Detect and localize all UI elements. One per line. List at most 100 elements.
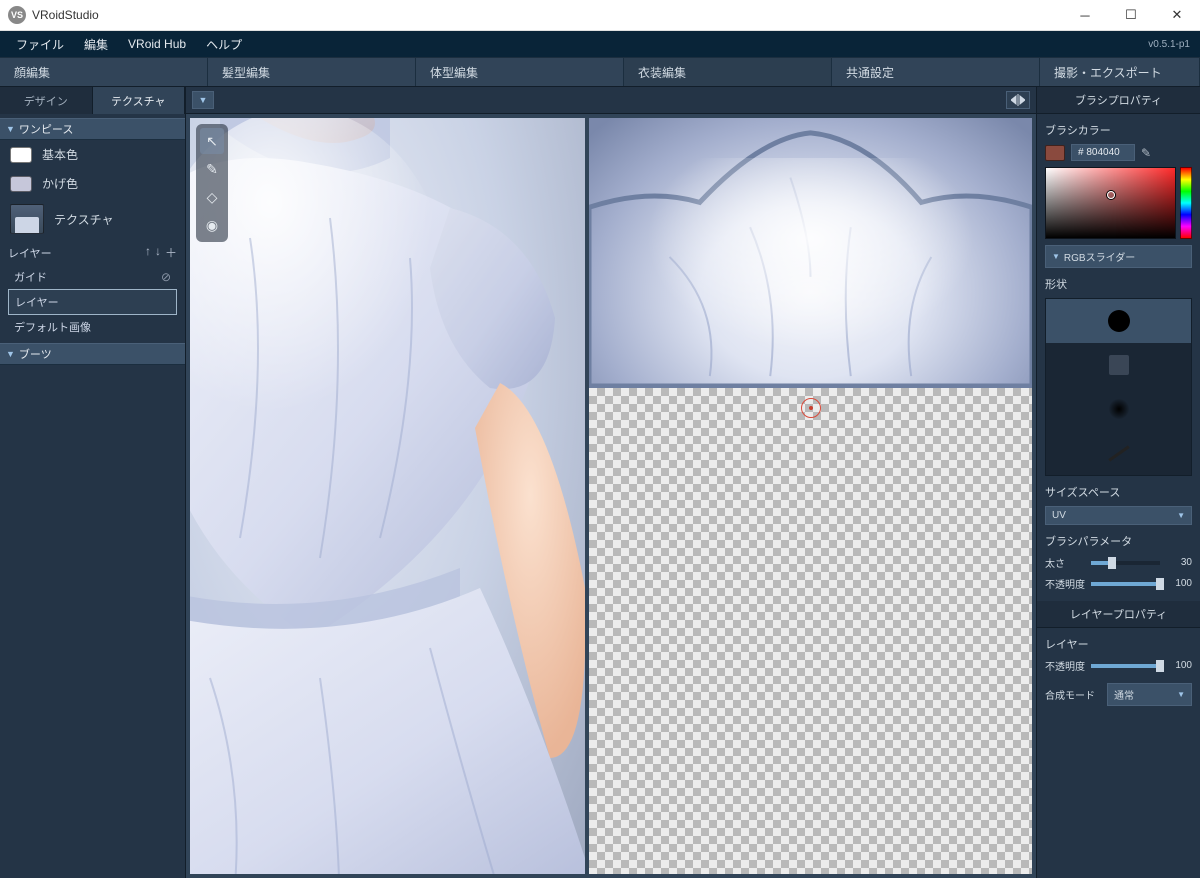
hex-prefix: # <box>1078 147 1084 158</box>
shape-line[interactable] <box>1046 431 1191 475</box>
window-minimize-button[interactable]: ─ <box>1062 0 1108 30</box>
tab-common-label: 共通設定 <box>846 64 894 81</box>
sv-picker-handle[interactable] <box>1107 191 1115 199</box>
layer-item-layer-label: レイヤー <box>15 294 59 310</box>
menu-file[interactable]: ファイル <box>6 32 74 57</box>
menu-help[interactable]: ヘルプ <box>196 32 252 57</box>
size-space-dropdown[interactable]: UV ▼ <box>1045 506 1192 525</box>
brush-color-label: ブラシカラー <box>1045 122 1192 138</box>
eyedropper-icon[interactable]: ✎ <box>1141 146 1151 160</box>
layer-item-guide-label: ガイド <box>14 269 47 285</box>
hue-slider[interactable] <box>1180 167 1192 239</box>
chevron-down-icon: ▼ <box>1177 690 1185 699</box>
viewport-mode-dropdown[interactable]: ▼ <box>192 91 214 109</box>
brush-cursor-icon <box>801 398 821 418</box>
blend-mode-value: 通常 <box>1114 687 1134 702</box>
chevron-down-icon: ▼ <box>1177 511 1185 520</box>
viewport-3d[interactable]: ↖ ✎ ◇ ◉ <box>190 118 585 874</box>
layer-opacity-label: 不透明度 <box>1045 658 1085 673</box>
section-onepiece[interactable]: ▼ ワンピース <box>0 118 185 140</box>
top-tabs: 顔編集 髪型編集 体型編集 衣装編集 共通設定 撮影・エクスポート <box>0 57 1200 87</box>
layer-item-layer[interactable]: レイヤー <box>8 289 177 315</box>
paint-tool-palette: ↖ ✎ ◇ ◉ <box>196 124 228 242</box>
brush-color-hex[interactable]: # 804040 <box>1071 144 1135 161</box>
shape-soft[interactable] <box>1046 387 1191 431</box>
item-shade-color[interactable]: かげ色 <box>0 169 185 198</box>
shape-label: 形状 <box>1045 276 1192 292</box>
size-space-value: UV <box>1052 510 1066 521</box>
layer-down-icon[interactable]: ↓ <box>155 244 161 261</box>
brush-param-label: ブラシパラメータ <box>1045 533 1192 549</box>
tab-face-label: 顔編集 <box>14 64 50 81</box>
thickness-slider[interactable] <box>1091 561 1160 565</box>
opacity-label: 不透明度 <box>1045 576 1085 591</box>
version-label: v0.5.1-p1 <box>1148 39 1194 50</box>
chevron-down-icon: ▼ <box>6 349 15 359</box>
layer-add-icon[interactable]: ＋ <box>165 244 177 261</box>
tab-clothes[interactable]: 衣装編集 <box>624 58 832 86</box>
hex-value: 804040 <box>1086 147 1119 158</box>
tool-blur[interactable]: ◉ <box>200 212 224 238</box>
model-preview <box>190 118 585 874</box>
layer-item-guide[interactable]: ガイド ⊘ <box>8 265 177 289</box>
sv-color-picker[interactable] <box>1045 167 1176 239</box>
visibility-off-icon[interactable]: ⊘ <box>161 270 171 284</box>
thickness-value: 30 <box>1166 557 1192 568</box>
mirror-toggle[interactable] <box>1006 91 1030 109</box>
app-icon: VS <box>8 6 26 24</box>
opacity-value: 100 <box>1166 578 1192 589</box>
section-boots[interactable]: ▼ ブーツ <box>0 343 185 365</box>
subtab-design[interactable]: デザイン <box>0 87 93 114</box>
layer-section-label: レイヤー <box>8 245 52 261</box>
uv-texture-svg <box>589 118 1032 386</box>
layer-item-default-label: デフォルト画像 <box>14 319 91 335</box>
section-onepiece-label: ワンピース <box>19 121 73 137</box>
tool-brush[interactable]: ✎ <box>200 156 224 182</box>
window-maximize-button[interactable]: ☐ <box>1108 0 1154 30</box>
subtab-texture[interactable]: テクスチャ <box>93 87 186 114</box>
chevron-down-icon: ▼ <box>6 124 15 134</box>
tab-face[interactable]: 顔編集 <box>0 58 208 86</box>
base-color-swatch <box>10 147 32 163</box>
window-title: VRoidStudio <box>32 8 99 22</box>
menu-bar: ファイル 編集 VRoid Hub ヘルプ v0.5.1-p1 <box>0 31 1200 57</box>
opacity-slider[interactable] <box>1091 582 1160 586</box>
rgb-sliders-toggle[interactable]: ▼ RGBスライダー <box>1045 245 1192 268</box>
tab-hair[interactable]: 髪型編集 <box>208 58 416 86</box>
texture-thumb-icon <box>10 204 44 234</box>
brush-color-swatch[interactable] <box>1045 145 1065 161</box>
brush-properties-header: ブラシプロパティ <box>1037 87 1200 114</box>
tab-body[interactable]: 体型編集 <box>416 58 624 86</box>
tool-cursor[interactable]: ↖ <box>200 128 224 154</box>
item-base-color-label: 基本色 <box>42 146 78 163</box>
layer-opacity-slider[interactable] <box>1091 664 1160 668</box>
item-shade-color-label: かげ色 <box>42 175 78 192</box>
section-boots-label: ブーツ <box>19 346 52 362</box>
item-base-color[interactable]: 基本色 <box>0 140 185 169</box>
item-texture[interactable]: テクスチャ <box>0 198 185 240</box>
item-texture-label: テクスチャ <box>54 211 114 228</box>
blend-mode-label: 合成モード <box>1045 687 1101 702</box>
shape-square[interactable] <box>1046 343 1191 387</box>
tab-common[interactable]: 共通設定 <box>832 58 1040 86</box>
rgb-sliders-label: RGBスライダー <box>1064 249 1135 264</box>
layer-up-icon[interactable]: ↑ <box>145 244 151 261</box>
tool-eraser[interactable]: ◇ <box>200 184 224 210</box>
uv-checker-background <box>589 388 1032 874</box>
blend-mode-dropdown[interactable]: 通常 ▼ <box>1107 683 1192 706</box>
layer-label: レイヤー <box>1045 636 1192 652</box>
shade-color-swatch <box>10 176 32 192</box>
menu-vroid-hub[interactable]: VRoid Hub <box>118 33 196 55</box>
layer-item-default[interactable]: デフォルト画像 <box>8 315 177 339</box>
tab-export[interactable]: 撮影・エクスポート <box>1040 58 1200 86</box>
layer-opacity-value: 100 <box>1166 660 1192 671</box>
viewport-uv[interactable] <box>589 118 1032 874</box>
shape-circle[interactable] <box>1046 299 1191 343</box>
size-space-label: サイズスペース <box>1045 484 1192 500</box>
window-close-button[interactable]: ✕ <box>1154 0 1200 30</box>
menu-edit[interactable]: 編集 <box>74 32 118 57</box>
thickness-label: 太さ <box>1045 555 1085 570</box>
layer-properties-header: レイヤープロパティ <box>1037 601 1200 628</box>
tab-hair-label: 髪型編集 <box>222 64 270 81</box>
mirror-icon <box>1011 94 1025 106</box>
